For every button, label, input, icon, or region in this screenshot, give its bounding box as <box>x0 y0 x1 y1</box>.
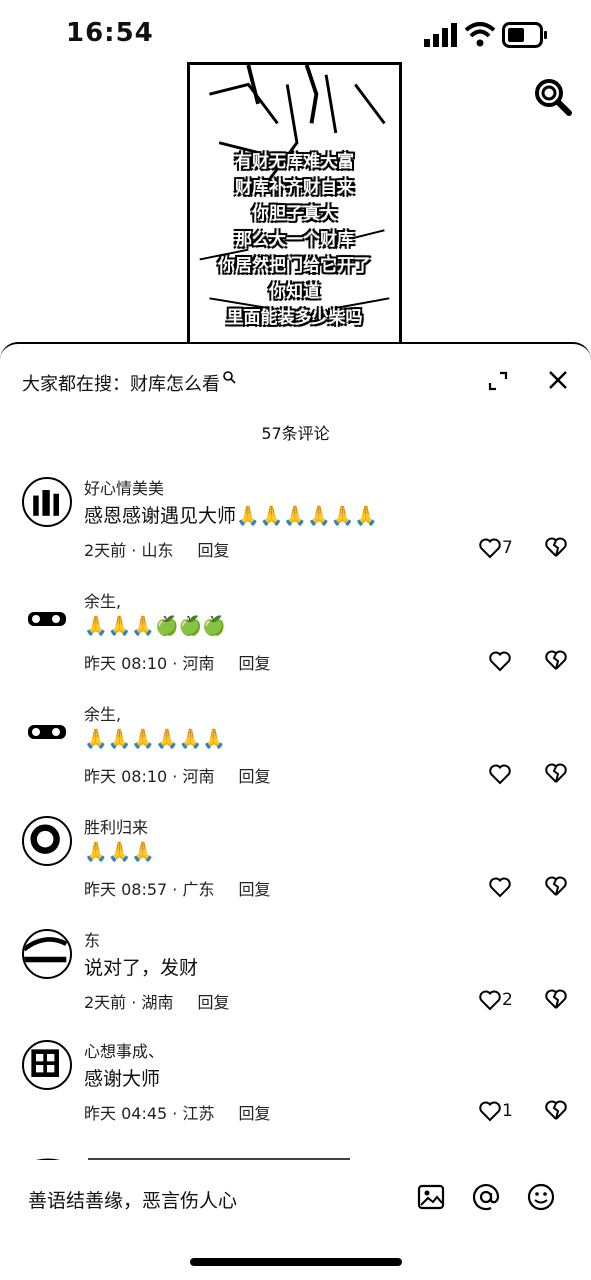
comment-username[interactable]: 东 <box>84 927 100 951</box>
comment-time-location: 昨天 04:45 · 江苏 <box>84 1104 215 1123</box>
partial-comment-item <box>0 1150 591 1160</box>
home-indicator[interactable] <box>190 1258 402 1266</box>
broken-heart-icon[interactable] <box>544 874 568 898</box>
battery-icon <box>502 22 547 48</box>
comment-count: 57条评论 <box>261 424 330 443</box>
wifi-icon <box>464 22 496 47</box>
comment-username[interactable]: 余生, <box>84 588 121 612</box>
reply-button[interactable]: 回复 <box>238 654 270 673</box>
reply-button[interactable]: 回复 <box>238 1104 270 1123</box>
like-button[interactable] <box>488 874 512 900</box>
like-button[interactable]: 7 <box>478 535 513 561</box>
avatar[interactable] <box>22 590 72 640</box>
comments-sheet: 大家都在搜：财库怎么看 57条评论 好心情美美 感恩感谢遇见大师🙏🙏🙏🙏🙏🙏 2… <box>0 342 591 1280</box>
comment-time-location: 昨天 08:57 · 广东 <box>84 880 215 899</box>
comment-text: 感恩感谢遇见大师🙏🙏🙏🙏🙏🙏 <box>84 505 378 527</box>
comment-item: 东 说对了，发财 2天前 · 湖南 回复 2 <box>0 929 591 1029</box>
heart-icon <box>489 651 511 672</box>
emoji-icon[interactable] <box>526 1182 556 1212</box>
suggestion-prefix: 大家都在搜： <box>22 374 130 395</box>
like-count: 2 <box>502 990 513 1010</box>
video-caption-line: 里面能装多少柴吗 <box>226 308 363 328</box>
video-caption-line: 你胆子真大 <box>252 204 337 224</box>
video-caption-line: 有财无库难大富 <box>235 152 354 172</box>
avatar[interactable] <box>22 929 72 979</box>
like-count: 7 <box>502 538 513 558</box>
like-button[interactable]: 1 <box>478 1098 513 1124</box>
comment-item: 好心情美美 感恩感谢遇见大师🙏🙏🙏🙏🙏🙏 2天前 · 山东 回复 7 <box>0 477 591 577</box>
heart-icon <box>479 1101 501 1122</box>
comment-text: 说对了，发财 <box>84 957 199 979</box>
search-suggestion[interactable]: 大家都在搜：财库怎么看 <box>22 370 236 396</box>
comment-item: 心想事成、 感谢大师 昨天 04:45 · 江苏 回复 1 <box>0 1040 591 1140</box>
video-caption-line: 你知道 <box>269 282 320 302</box>
avatar <box>35 1158 350 1160</box>
comment-username[interactable]: 胜利归来 <box>84 814 148 838</box>
reply-button[interactable]: 回复 <box>197 541 229 560</box>
broken-heart-icon[interactable] <box>544 1098 568 1122</box>
video-caption-line: 财库补齐财自来 <box>235 178 354 198</box>
comment-text: 感谢大师 <box>84 1068 161 1090</box>
avatar[interactable] <box>22 477 72 527</box>
like-button[interactable]: 2 <box>478 987 513 1013</box>
like-button[interactable] <box>488 761 512 787</box>
comment-meta: 昨天 08:10 · 河南 回复 <box>84 763 270 787</box>
comment-item: 胜利归来 🙏🙏🙏 昨天 08:57 · 广东 回复 <box>0 816 591 916</box>
comment-meta: 2天前 · 湖南 回复 <box>84 989 229 1013</box>
cellular-signal-icon <box>424 23 457 47</box>
comment-time-location: 2天前 · 湖南 <box>84 993 174 1012</box>
comment-meta: 2天前 · 山东 回复 <box>84 537 229 561</box>
comment-username[interactable]: 心想事成、 <box>84 1038 164 1062</box>
mention-icon[interactable] <box>471 1182 501 1212</box>
status-time: 16:54 <box>66 18 154 48</box>
broken-heart-icon[interactable] <box>544 987 568 1011</box>
comment-item: 余生, 🙏🙏🙏🙏🙏🙏 昨天 08:10 · 河南 回复 <box>0 703 591 803</box>
suggestion-query: 财库怎么看 <box>130 374 220 395</box>
comment-time-location: 2天前 · 山东 <box>84 541 174 560</box>
avatar[interactable] <box>22 703 72 753</box>
status-bar: 16:54 <box>0 0 591 70</box>
reply-button[interactable]: 回复 <box>238 880 270 899</box>
comment-input[interactable]: 善语结善缘，恶言伤人心 <box>28 1186 237 1213</box>
heart-icon <box>489 764 511 785</box>
video-caption-line: 那么大一个财库 <box>235 230 354 250</box>
comment-text: 🙏🙏🙏🍏🍏🍏 <box>84 615 226 637</box>
heart-icon <box>479 990 501 1011</box>
image-icon[interactable] <box>416 1182 446 1212</box>
close-icon[interactable] <box>546 368 570 392</box>
comment-input-bar[interactable]: 善语结善缘，恶言伤人心 <box>0 1166 591 1236</box>
comment-meta: 昨天 08:10 · 河南 回复 <box>84 650 270 674</box>
comment-text: 🙏🙏🙏 <box>84 841 155 863</box>
reply-button[interactable]: 回复 <box>197 993 229 1012</box>
search-icon[interactable] <box>532 76 572 116</box>
broken-heart-icon[interactable] <box>544 648 568 672</box>
avatar[interactable] <box>22 1040 72 1090</box>
avatar[interactable] <box>22 816 72 866</box>
expand-icon[interactable] <box>487 370 509 392</box>
video-caption-line: 你居然把门给它开了 <box>218 256 371 276</box>
comment-meta: 昨天 04:45 · 江苏 回复 <box>84 1100 270 1124</box>
comment-time-location: 昨天 08:10 · 河南 <box>84 654 215 673</box>
comment-text: 🙏🙏🙏🙏🙏🙏 <box>84 728 226 750</box>
like-count: 1 <box>502 1101 513 1121</box>
broken-heart-icon[interactable] <box>544 761 568 785</box>
comment-time-location: 昨天 08:10 · 河南 <box>84 767 215 786</box>
comment-username[interactable]: 好心情美美 <box>84 475 164 499</box>
comment-meta: 昨天 08:57 · 广东 回复 <box>84 876 270 900</box>
video-player[interactable]: 有财无库难大富 财库补齐财自来 你胆子真大 那么大一个财库 你居然把门给它开了 … <box>187 62 402 352</box>
reply-button[interactable]: 回复 <box>238 767 270 786</box>
heart-icon <box>479 538 501 559</box>
heart-icon <box>489 877 511 898</box>
small-search-icon <box>223 371 236 384</box>
comment-username[interactable]: 余生, <box>84 701 121 725</box>
comment-item: 余生, 🙏🙏🙏🍏🍏🍏 昨天 08:10 · 河南 回复 <box>0 590 591 690</box>
like-button[interactable] <box>488 648 512 674</box>
broken-heart-icon[interactable] <box>544 535 568 559</box>
